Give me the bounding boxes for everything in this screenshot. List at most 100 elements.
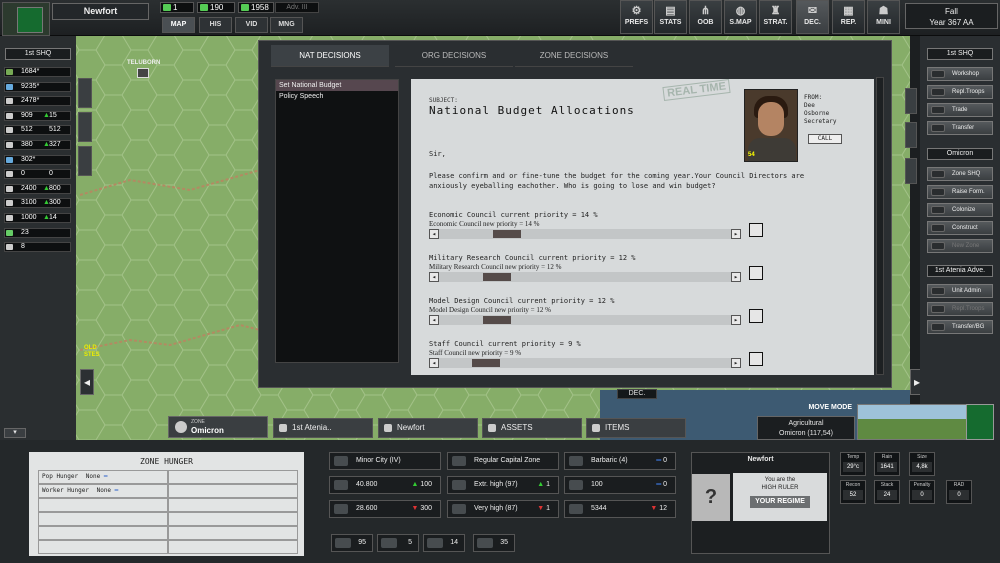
- right-panel-button[interactable]: Repl.Troops: [927, 85, 993, 99]
- right-panel-button[interactable]: Zone SHQ: [927, 167, 993, 181]
- right-panel-button[interactable]: Repl.Troops: [927, 302, 993, 316]
- decision-item[interactable]: Set National Budget: [276, 80, 398, 91]
- tab-nation[interactable]: Newfort: [378, 418, 478, 438]
- right-side-tab[interactable]: [905, 88, 917, 114]
- tab-his[interactable]: HIS: [199, 17, 232, 33]
- resource-value: 380: [21, 141, 33, 148]
- tab-mng[interactable]: MNG: [270, 17, 303, 33]
- side-tab[interactable]: [78, 146, 92, 176]
- right-panel-button[interactable]: New Zone: [927, 239, 993, 253]
- zone-info-box[interactable]: 40.800 ▲ 100: [329, 476, 441, 494]
- map-town-label[interactable]: STES: [84, 352, 100, 358]
- tab-map[interactable]: MAP: [162, 17, 195, 33]
- slider-left-arrow[interactable]: ◂: [429, 315, 439, 325]
- slider-right-arrow[interactable]: ▸: [731, 229, 741, 239]
- zone-info-box[interactable]: 5344 ▼ 12: [564, 500, 676, 518]
- right-panel-button[interactable]: Construct: [927, 221, 993, 235]
- council-checkbox[interactable]: [749, 352, 763, 366]
- zone-info-box[interactable]: 100 ═ 0: [564, 476, 676, 494]
- council-slider[interactable]: ◂ ▸: [429, 272, 741, 282]
- action-icon: [931, 124, 945, 132]
- zone-tab[interactable]: ZONE Omicron: [168, 416, 268, 438]
- council-slider[interactable]: ◂ ▸: [429, 315, 741, 325]
- right-panel-header[interactable]: 1st Atenia Adve.: [927, 265, 993, 277]
- stats-button[interactable]: ▤ STATS: [654, 0, 687, 34]
- right-panel-button[interactable]: Colonize: [927, 203, 993, 217]
- strat-button[interactable]: ♜ STRAT.: [759, 0, 792, 34]
- map-town-label[interactable]: TELUBORN: [127, 60, 160, 66]
- tab-items[interactable]: ITEMS: [586, 418, 686, 438]
- slider-thumb[interactable]: [493, 230, 522, 238]
- tab-nat-decisions[interactable]: NAT DECISIONS: [271, 45, 389, 67]
- side-tab[interactable]: [78, 112, 92, 142]
- oob-button[interactable]: ⋔ OOB: [689, 0, 722, 34]
- right-panel-header[interactable]: Omicron: [927, 148, 993, 160]
- nation-name[interactable]: Newfort: [52, 3, 149, 20]
- strategy-icon: ♜: [770, 5, 781, 17]
- collapse-button[interactable]: ▾: [4, 428, 26, 438]
- right-panel-button[interactable]: Transfer/BG: [927, 320, 993, 334]
- scroll-left-button[interactable]: ◂: [80, 369, 94, 395]
- slider-left-arrow[interactable]: ◂: [429, 272, 439, 282]
- unit-count-box[interactable]: 14: [423, 534, 465, 552]
- council-checkbox[interactable]: [749, 266, 763, 280]
- slider-left-arrow[interactable]: ◂: [429, 358, 439, 368]
- slider-right-arrow[interactable]: ▸: [731, 358, 741, 368]
- rep-button[interactable]: ▦ REP.: [832, 0, 865, 34]
- council-slider[interactable]: ◂ ▸: [429, 358, 741, 368]
- unknown-portrait[interactable]: ?: [692, 474, 730, 521]
- hunger-cell: Worker Hunger None ═: [38, 484, 168, 498]
- letter-scrollbar[interactable]: [876, 77, 884, 375]
- decision-item[interactable]: Policy Speech: [276, 91, 398, 102]
- zone-info-box[interactable]: Regular Capital Zone: [447, 452, 559, 470]
- unit-count-box[interactable]: 35: [473, 534, 515, 552]
- adv-label[interactable]: Adv. III: [275, 2, 319, 13]
- tab-org-decisions[interactable]: ORG DECISIONS: [395, 45, 513, 67]
- dec-button[interactable]: ✉ DEC.: [796, 0, 829, 34]
- slider-thumb[interactable]: [482, 273, 511, 281]
- zone-info-box[interactable]: Barbaric (4) ═ 0: [564, 452, 676, 470]
- side-tab[interactable]: [78, 78, 92, 108]
- map-town-label[interactable]: OLD: [84, 345, 97, 351]
- slider-thumb[interactable]: [482, 316, 511, 324]
- council-slider[interactable]: ◂ ▸: [429, 229, 741, 239]
- tab-assets[interactable]: ASSETS: [482, 418, 582, 438]
- unit-count-box[interactable]: 95: [331, 534, 373, 552]
- unit-counter[interactable]: [137, 68, 149, 78]
- right-panel-header[interactable]: 1st SHQ: [927, 48, 993, 60]
- right-panel-button[interactable]: Unit Admin: [927, 284, 993, 298]
- slider-right-arrow[interactable]: ▸: [731, 315, 741, 325]
- council-checkbox[interactable]: [749, 309, 763, 323]
- button-label: Transfer: [952, 125, 975, 131]
- letter-title: National Budget Allocations: [429, 104, 635, 117]
- smap-button[interactable]: ◍ S.MAP: [724, 0, 757, 34]
- button-label: Construct: [952, 225, 978, 231]
- top-bar: Newfort 1 190 1958 Adv. III MAP HIS VID …: [0, 0, 1000, 36]
- right-side-tab[interactable]: [905, 158, 917, 184]
- zone-info-box[interactable]: Minor City (IV): [329, 452, 441, 470]
- slider-thumb[interactable]: [472, 359, 501, 367]
- unit-count-box[interactable]: 5: [377, 534, 419, 552]
- right-side-tab[interactable]: [905, 122, 917, 148]
- nation-flag[interactable]: [966, 404, 994, 440]
- hunger-cell: Pop Hunger None ═: [38, 470, 168, 484]
- tab-zone-decisions[interactable]: ZONE DECISIONS: [515, 45, 633, 67]
- slider-left-arrow[interactable]: ◂: [429, 229, 439, 239]
- nation-emblem[interactable]: [2, 2, 50, 36]
- tab-vid[interactable]: VID: [235, 17, 268, 33]
- right-panel-button[interactable]: Trade: [927, 103, 993, 117]
- right-panel-button[interactable]: Workshop: [927, 67, 993, 81]
- zone-info-box[interactable]: Very high (87) ▼ 1: [447, 500, 559, 518]
- hq-label[interactable]: 1st SHQ: [5, 48, 71, 60]
- council-checkbox[interactable]: [749, 223, 763, 237]
- right-panel-button[interactable]: Raise Form.: [927, 185, 993, 199]
- prefs-button[interactable]: ⚙ PREFS: [620, 0, 653, 34]
- slider-right-arrow[interactable]: ▸: [731, 272, 741, 282]
- zone-info-box[interactable]: Extr. high (97) ▲ 1: [447, 476, 559, 494]
- right-panel-button[interactable]: Transfer: [927, 121, 993, 135]
- call-button[interactable]: CALL: [808, 134, 842, 144]
- your-regime-button[interactable]: YOUR REGIME: [750, 496, 810, 508]
- mini-button[interactable]: ☗ MINI: [867, 0, 900, 34]
- tab-unit[interactable]: 1st Atenia..: [273, 418, 373, 438]
- zone-info-box[interactable]: 28.600 ▼ 300: [329, 500, 441, 518]
